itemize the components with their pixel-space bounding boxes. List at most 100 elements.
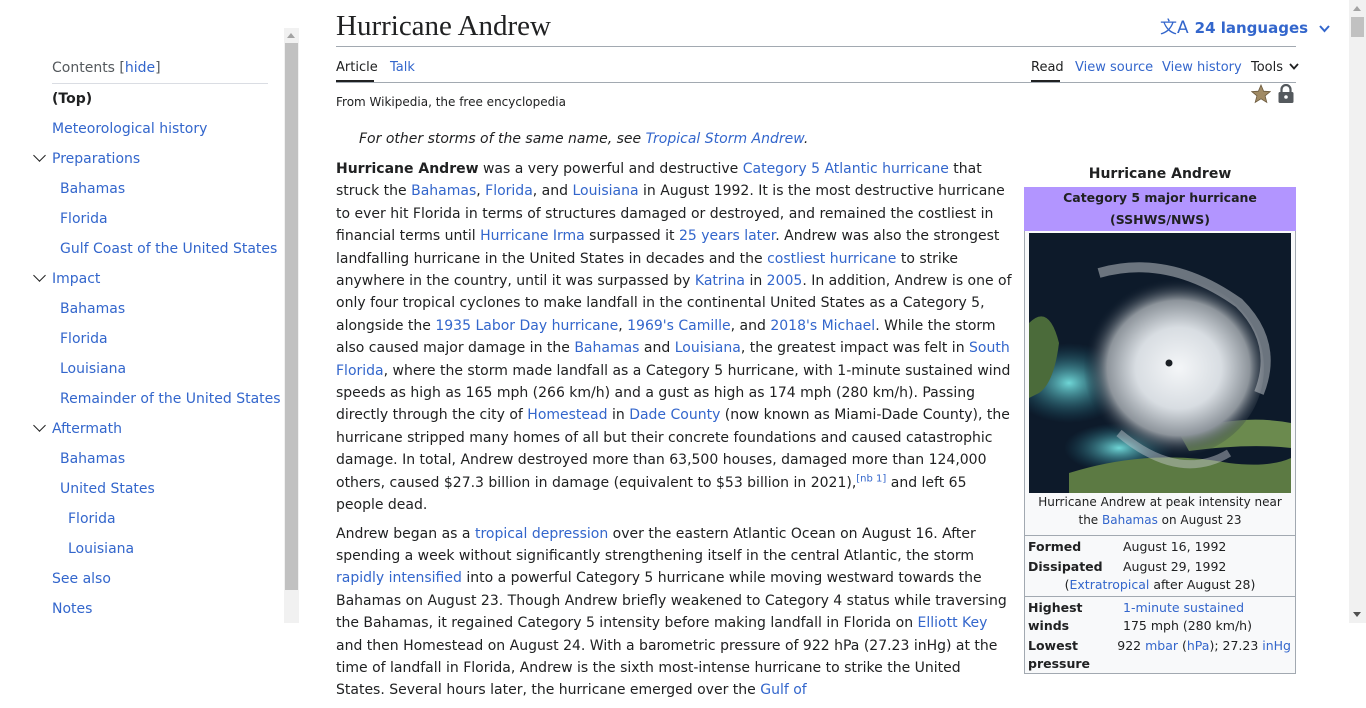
article-link[interactable]: Category 5 Atlantic hurricane: [743, 161, 949, 177]
dissipated-value: August 29, 1992: [1123, 559, 1227, 574]
hatnote-text: For other storms of the same name, see: [359, 131, 646, 147]
infobox-row-formed: Formed August 16, 1992: [1025, 535, 1295, 556]
table-of-contents: Contents [hide] (Top) Meteorological his…: [0, 0, 284, 623]
toc-scrollbar[interactable]: [284, 28, 299, 623]
article-link[interactable]: 25 years later: [679, 228, 775, 244]
toc-item-aftermath-us-florida[interactable]: Florida: [68, 509, 116, 529]
language-selector[interactable]: 文A 24 languages: [1160, 16, 1331, 40]
chevron-down-icon[interactable]: [33, 149, 46, 162]
page-scrollbar-thumb[interactable]: [1351, 17, 1364, 37]
infobox-body: Hurricane Andrew at peak intensity near …: [1024, 231, 1296, 674]
article-link[interactable]: 1969's Camille: [627, 318, 731, 334]
infobox-title: Hurricane Andrew: [1088, 166, 1232, 182]
toc-item-aftermath-united-states[interactable]: United States: [60, 479, 155, 499]
article-link[interactable]: Homestead: [527, 407, 607, 423]
infobox-row-lowest-pressure: Lowest pressure 922 mbar (hPa); 27.23 in…: [1025, 635, 1295, 673]
toc-item-aftermath-us-louisiana[interactable]: Louisiana: [68, 539, 134, 559]
article-text: in: [607, 407, 630, 424]
toc-item-aftermath[interactable]: Aftermath: [52, 419, 122, 439]
article-link[interactable]: 2018's Michael: [770, 318, 875, 334]
scroll-down-arrow-icon[interactable]: [1353, 612, 1361, 617]
toc-item-notes[interactable]: Notes: [52, 599, 92, 619]
article-text: and: [639, 340, 675, 357]
article-link[interactable]: Bahamas: [574, 340, 639, 356]
tab-view-source[interactable]: View source: [1075, 58, 1153, 78]
article-link[interactable]: 2005: [767, 273, 803, 289]
article-text: surpassed it: [584, 228, 679, 245]
hatnote-suffix: .: [803, 131, 809, 147]
toc-heading: Contents [hide]: [52, 58, 268, 84]
toc-item-preparations-bahamas[interactable]: Bahamas: [60, 179, 125, 199]
toc-scrollbar-thumb[interactable]: [285, 43, 298, 590]
toc-item-impact-remainder[interactable]: Remainder of the United States: [60, 389, 281, 409]
article-text: , the greatest impact was felt in: [740, 340, 970, 357]
page-title: Hurricane Andrew: [336, 10, 551, 42]
article-link[interactable]: Elliott Key: [918, 615, 988, 631]
toc-item-top[interactable]: (Top): [52, 89, 92, 109]
tab-article[interactable]: Article: [336, 58, 378, 78]
article-link[interactable]: Katrina: [695, 273, 745, 289]
site-tagline: From Wikipedia, the free encyclopedia: [336, 95, 566, 109]
article-link[interactable]: 1935 Labor Day hurricane: [435, 318, 618, 334]
inhg-link[interactable]: inHg: [1262, 638, 1291, 653]
formed-value: August 16, 1992: [1123, 539, 1227, 554]
toc-item-aftermath-bahamas[interactable]: Bahamas: [60, 449, 125, 469]
page-scrollbar[interactable]: [1349, 0, 1366, 623]
toc-item-impact-bahamas[interactable]: Bahamas: [60, 299, 125, 319]
chevron-down-icon[interactable]: [33, 419, 46, 432]
article-text: , and: [730, 317, 771, 334]
language-count: 24 languages: [1194, 19, 1309, 37]
highest-winds-label: Highest winds: [1028, 600, 1083, 633]
toc-item-impact-florida[interactable]: Florida: [60, 329, 108, 349]
article-text: ,: [476, 183, 486, 200]
title-divider: [336, 46, 1296, 47]
tab-talk[interactable]: Talk: [390, 58, 415, 78]
article-link[interactable]: tropical depression: [475, 526, 608, 542]
chevron-down-icon: [1319, 24, 1331, 32]
hurricane-satellite-image[interactable]: [1029, 231, 1291, 493]
toc-hide-button[interactable]: hide: [125, 60, 155, 76]
sustained-winds-link[interactable]: 1-minute sustained: [1123, 600, 1244, 615]
article-link[interactable]: rapidly intensified: [336, 570, 462, 586]
highest-winds-value: 1-minute sustained 175 mph (280 km/h): [1123, 597, 1295, 635]
infobox-image-caption: Hurricane Andrew at peak intensity near …: [1025, 493, 1295, 535]
scroll-up-arrow-icon[interactable]: [1353, 6, 1361, 11]
toc-item-preparations-gulf-coast[interactable]: Gulf Coast of the United States: [60, 239, 277, 259]
hatnote-link[interactable]: Tropical Storm Andrew: [646, 131, 804, 147]
mbar-link[interactable]: mbar: [1145, 638, 1178, 653]
article-link[interactable]: Bahamas: [411, 183, 476, 199]
lock-icon[interactable]: [1277, 84, 1295, 104]
infobox-row-dissipated: Dissipated August 29, 1992: [1025, 556, 1295, 576]
article-link[interactable]: Dade County: [629, 407, 720, 423]
infobox: Hurricane Andrew Category 5 major hurric…: [1024, 162, 1296, 674]
article-text: in: [745, 273, 767, 290]
article-link[interactable]: Gulf of: [760, 682, 806, 698]
article-link[interactable]: Hurricane Irma: [480, 228, 585, 244]
toc-item-preparations-florida[interactable]: Florida: [60, 209, 108, 229]
extratropical-link[interactable]: Extratropical: [1070, 577, 1150, 592]
hpa-link[interactable]: hPa: [1187, 638, 1210, 653]
caption-link-bahamas[interactable]: Bahamas: [1102, 513, 1158, 527]
tab-read[interactable]: Read: [1031, 58, 1064, 78]
article-text: was a very powerful and destructive: [478, 161, 743, 177]
scroll-up-arrow-icon[interactable]: [287, 33, 295, 38]
article-text: , and: [532, 183, 573, 200]
article-link[interactable]: Florida: [485, 183, 533, 199]
article-link[interactable]: Louisiana: [675, 340, 741, 356]
article-link[interactable]: Louisiana: [572, 183, 638, 199]
featured-star-icon[interactable]: [1251, 84, 1271, 104]
toc-item-meteorological-history[interactable]: Meteorological history: [52, 119, 207, 139]
formed-label: Formed: [1028, 539, 1082, 554]
toc-item-impact-louisiana[interactable]: Louisiana: [60, 359, 126, 379]
lead-paragraph: Hurricane Andrew was a very powerful and…: [336, 158, 1012, 517]
footnote-link[interactable]: [nb 1]: [856, 473, 886, 484]
toc-item-see-also[interactable]: See also: [52, 569, 111, 589]
extratropical-note: (Extratropical after August 28): [1064, 577, 1256, 592]
toc-item-impact[interactable]: Impact: [52, 269, 100, 289]
toc-item-preparations[interactable]: Preparations: [52, 149, 140, 169]
tools-menu[interactable]: Tools: [1251, 58, 1299, 78]
article-link[interactable]: costliest hurricane: [767, 251, 896, 267]
tools-label: Tools: [1251, 60, 1284, 75]
tab-view-history[interactable]: View history: [1162, 58, 1242, 78]
chevron-down-icon[interactable]: [33, 269, 46, 282]
